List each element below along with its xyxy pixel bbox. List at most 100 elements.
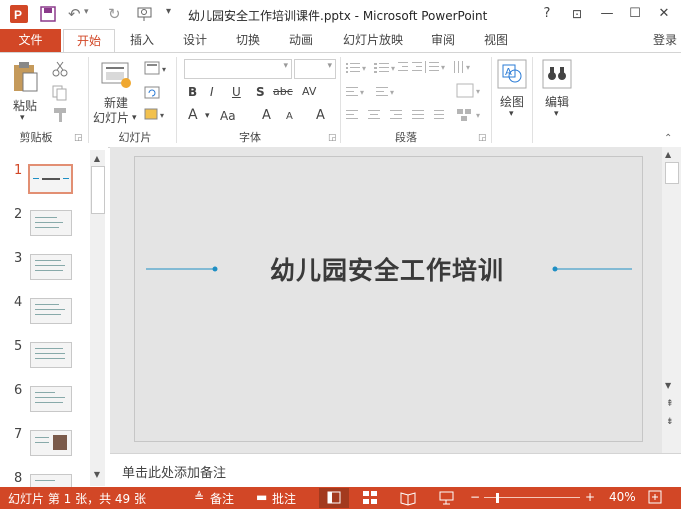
svg-text:▾: ▾ [441,63,445,72]
notes-toggle-button[interactable]: 备注 [210,490,234,507]
slide-thumbnail-4[interactable] [30,298,72,324]
notes-placeholder[interactable]: 单击此处添加备注 [122,462,226,481]
shapes-icon[interactable]: A [497,59,527,94]
slide-thumbnail-7[interactable] [30,430,72,456]
ribbon-display-options-button[interactable]: ⊡ [565,3,589,25]
font-color-dropdown-icon[interactable]: ▾ [205,111,210,121]
shadow-button[interactable]: S [256,85,265,99]
editing-dropdown-icon[interactable]: ▾ [554,109,559,119]
notes-pane[interactable]: 单击此处添加备注 [110,453,681,488]
slide-thumbnail-3[interactable] [30,254,72,280]
paste-icon[interactable] [12,61,40,98]
scroll-up-arrow-icon[interactable]: ▲ [665,150,671,159]
slide-scroll-thumb[interactable] [665,162,679,184]
comments-icon[interactable]: ▬ [256,490,267,504]
zoom-slider-thumb[interactable] [496,493,499,503]
powerpoint-app-icon[interactable]: P [10,5,28,23]
font-launcher-icon[interactable]: ◲ [328,133,337,143]
tab-design[interactable]: 设计 [179,29,211,52]
change-case-button[interactable]: Aa [220,109,236,123]
slide-thumbnail-1[interactable] [28,164,73,194]
zoom-in-button[interactable]: + [585,490,595,504]
paste-dropdown-icon[interactable]: ▾ [20,113,25,123]
slide-title[interactable]: 幼儿园安全工作培训 [229,251,545,287]
slide-thumbnail-8[interactable] [30,474,72,487]
current-slide[interactable]: 幼儿园安全工作培训 [134,156,643,442]
maximize-button[interactable]: ☐ [623,3,647,25]
format-painter-icon[interactable] [52,107,70,126]
scroll-thumb[interactable] [91,166,105,214]
copy-icon[interactable] [52,85,70,104]
clear-formatting-button[interactable]: A [316,108,325,123]
undo-icon[interactable]: ↶ [68,5,81,23]
collapse-ribbon-icon[interactable]: ⌃ [664,133,672,144]
slide-thumbnail-2[interactable] [30,210,72,236]
smartart-icon[interactable]: ▾ [456,107,486,126]
reset-icon[interactable] [144,85,162,104]
layout-icon[interactable]: ▾ [144,61,170,80]
tab-insert[interactable]: 插入 [126,29,158,52]
help-button[interactable]: ? [535,3,559,25]
clipboard-launcher-icon[interactable]: ◲ [74,133,83,143]
font-color-button[interactable]: A [188,107,198,123]
thumbnail-scrollbar[interactable]: ▲ ▼ [90,150,105,486]
italic-button[interactable]: I [210,85,214,99]
zoom-level[interactable]: 40% [609,490,636,504]
editing-button[interactable]: 编辑 [545,93,569,110]
font-size-combobox[interactable]: ▾ [294,59,336,79]
font-name-combobox[interactable]: ▾ [184,59,292,79]
zoom-out-button[interactable]: − [470,490,480,504]
paste-button[interactable]: 粘贴 [13,97,37,114]
slide-thumbnail-6[interactable] [30,386,72,412]
slide-vertical-scrollbar[interactable]: ▲ ▼ ⇞ ⇟ [662,147,681,453]
normal-view-button[interactable] [319,488,349,508]
tab-slideshow[interactable]: 幻灯片放映 [338,29,408,52]
text-direction-icons[interactable]: ▾ ▾ [346,85,412,102]
previous-slide-icon[interactable]: ⇞ [666,399,674,409]
scroll-up-arrow-icon[interactable]: ▲ [91,154,103,166]
line-spacing-icon[interactable]: ▾ ▾ [424,59,474,78]
start-from-beginning-icon[interactable] [136,5,154,26]
indent-icon[interactable] [398,61,426,78]
tab-review[interactable]: 审阅 [427,29,459,52]
slide-thumbnail-5[interactable] [30,342,72,368]
scroll-down-arrow-icon[interactable]: ▼ [665,381,671,390]
new-slide-icon[interactable] [100,61,132,94]
align-text-icon[interactable]: ▾ [456,83,486,102]
underline-button[interactable]: U [232,85,241,99]
decrease-font-size-button[interactable]: A [286,111,293,122]
redo-icon[interactable]: ↻ [108,5,121,23]
new-slide-label-line2[interactable]: 幻灯片 [93,109,129,126]
minimize-button[interactable]: — [595,3,619,25]
customize-qat-icon[interactable]: ▾ [166,6,171,17]
paragraph-launcher-icon[interactable]: ◲ [478,133,487,143]
find-binoculars-icon[interactable] [542,59,572,94]
undo-dropdown-icon[interactable]: ▾ [84,7,89,17]
tab-animations[interactable]: 动画 [285,29,317,52]
next-slide-icon[interactable]: ⇟ [666,417,674,427]
save-icon[interactable] [40,6,56,25]
new-slide-dropdown-icon[interactable]: ▾ [132,113,137,123]
cut-icon[interactable] [52,61,68,80]
tab-transitions[interactable]: 切换 [232,29,264,52]
close-button[interactable]: ✕ [652,3,676,25]
reading-view-icon[interactable] [400,490,416,509]
tab-view[interactable]: 视图 [480,29,512,52]
comments-button[interactable]: 批注 [272,490,296,507]
strikethrough-button[interactable]: abc [273,85,293,98]
bold-button[interactable]: B [188,85,197,99]
character-spacing-button[interactable]: AV [302,85,316,98]
section-icon[interactable]: ▾ [144,107,170,126]
drawing-button[interactable]: 绘图 [500,93,524,110]
sign-in-link[interactable]: 登录 [650,29,680,52]
notes-toggle-icon[interactable]: ≜ [194,490,204,504]
drawing-dropdown-icon[interactable]: ▾ [509,109,514,119]
slide-sorter-view-icon[interactable] [362,490,378,509]
slideshow-view-icon[interactable] [438,490,456,509]
increase-font-size-button[interactable]: A [262,108,271,123]
tab-file[interactable]: 文件 [0,29,61,52]
tab-home[interactable]: 开始 [63,29,115,53]
scroll-down-arrow-icon[interactable]: ▼ [91,470,103,482]
fit-to-window-icon[interactable] [648,490,662,507]
alignment-icons[interactable] [346,109,446,126]
